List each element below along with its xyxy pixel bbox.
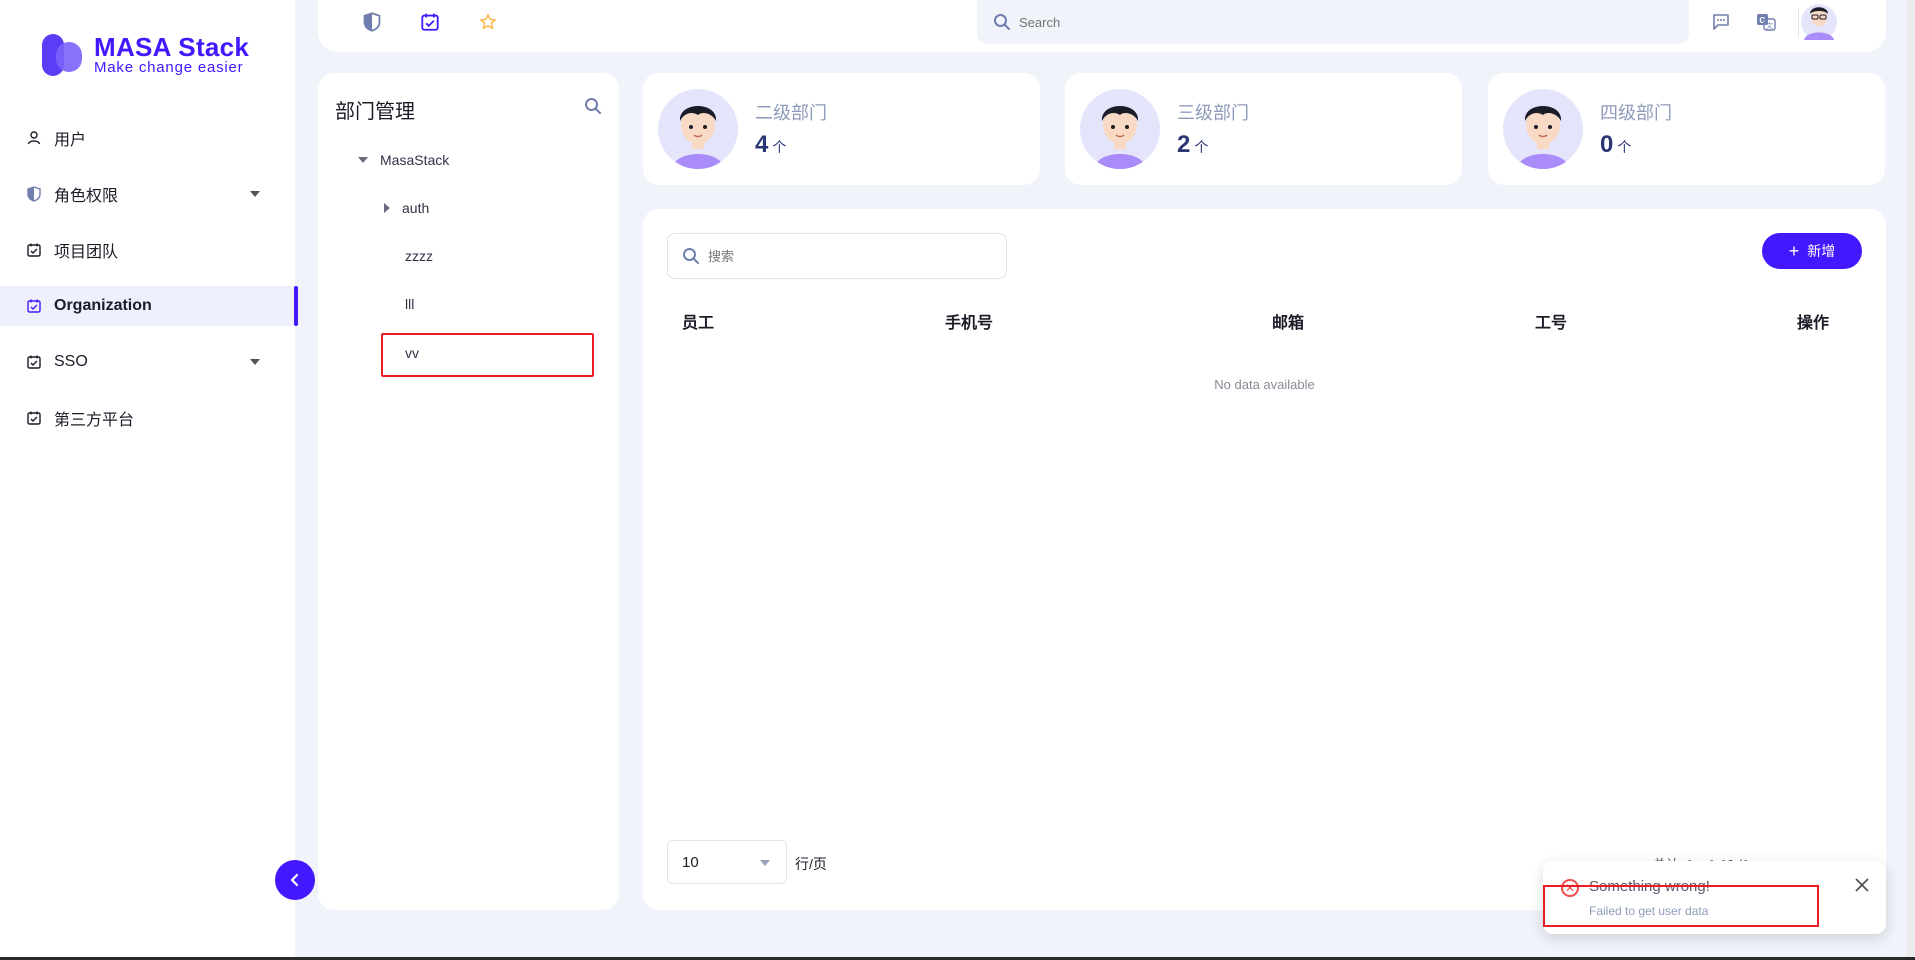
tree-node-label: lll	[405, 296, 415, 312]
rows-per-page-label: 行/页	[795, 856, 827, 872]
calendar-check-icon	[26, 298, 42, 314]
stat-value: 0个	[1600, 131, 1632, 158]
tree-node-label: MasaStack	[380, 152, 450, 168]
stat-label: 三级部门	[1177, 103, 1249, 123]
sidebar-item-organization[interactable]: Organization	[0, 286, 298, 326]
sidebar: MASA Stack Make change easier 用户 角色权限 项目…	[0, 0, 298, 960]
department-search-button[interactable]	[584, 97, 602, 120]
logo-title: MASA Stack	[94, 32, 250, 62]
search-input[interactable]	[1019, 14, 1619, 30]
calendar-check-icon	[26, 354, 42, 370]
department-panel: 部门管理 MasaStack auth zzzz lll vv	[318, 73, 619, 910]
search-input[interactable]	[708, 248, 988, 264]
masa-logo-icon	[42, 34, 84, 76]
sidebar-item-sso[interactable]: SSO	[0, 342, 298, 382]
stat-label: 二级部门	[755, 103, 827, 123]
stat-card-level3: 三级部门 2个	[1065, 73, 1462, 185]
logo-tagline: Make change easier	[94, 59, 244, 76]
divider	[1798, 8, 1799, 38]
close-icon[interactable]	[1854, 877, 1870, 898]
sidebar-item-label: 第三方平台	[54, 412, 135, 429]
sidebar-item-users[interactable]: 用户	[0, 118, 298, 158]
add-employee-button[interactable]: + 新增	[1762, 233, 1862, 269]
tree-node-masastack[interactable]: MasaStack	[358, 152, 449, 168]
sidebar-item-project-team[interactable]: 项目团队	[0, 230, 298, 270]
user-icon	[26, 130, 42, 146]
shield-icon[interactable]	[360, 10, 384, 34]
app-logo[interactable]: MASA Stack Make change easier	[42, 34, 249, 76]
search-icon	[683, 248, 699, 264]
sidebar-item-label: 项目团队	[54, 244, 119, 261]
empty-state: No data available	[1214, 377, 1315, 392]
tree-node-lll[interactable]: lll	[405, 296, 414, 312]
sidebar-item-label: 用户	[54, 132, 87, 149]
svg-text:文: 文	[1766, 21, 1773, 30]
avatar	[1503, 89, 1583, 169]
calendar-check-icon[interactable]	[418, 10, 442, 34]
avatar	[658, 89, 738, 169]
search-icon	[585, 98, 601, 114]
sidebar-nav: 用户 角色权限 项目团队 Organization SSO 第三方平台	[0, 118, 298, 454]
sidebar-item-label: 角色权限	[54, 188, 119, 205]
highlight-box	[381, 333, 594, 377]
sidebar-item-label: SSO	[54, 353, 88, 370]
chevron-down-icon[interactable]	[250, 359, 260, 365]
employee-table-panel: + 新增 员工 手机号 邮箱 工号 操作 No data available 1…	[643, 209, 1886, 910]
tree-node-label: zzzz	[405, 248, 433, 264]
rows-per-page-select[interactable]: 10	[667, 840, 787, 884]
calendar-check-icon	[26, 242, 42, 258]
caret-right-icon[interactable]	[384, 203, 390, 213]
stat-card-level4: 四级部门 0个	[1488, 73, 1885, 185]
chevron-left-icon	[290, 873, 299, 887]
global-search[interactable]	[977, 0, 1689, 44]
column-header-phone[interactable]: 手机号	[945, 309, 993, 333]
user-avatar[interactable]	[1800, 0, 1838, 40]
star-icon[interactable]	[476, 10, 500, 34]
stat-label: 四级部门	[1600, 103, 1672, 123]
tree-node-zzzz[interactable]: zzzz	[405, 248, 433, 264]
column-header-employee[interactable]: 员工	[682, 309, 714, 333]
caret-down-icon[interactable]	[358, 157, 368, 163]
avatar	[1080, 89, 1160, 169]
scrollbar[interactable]	[1907, 0, 1915, 960]
chevron-down-icon[interactable]	[250, 191, 260, 197]
highlight-box	[1543, 885, 1819, 927]
calendar-check-icon	[26, 410, 42, 426]
stat-value: 2个	[1177, 131, 1209, 158]
stat-card-level2: 二级部门 4个	[643, 73, 1040, 185]
shield-icon	[26, 186, 42, 202]
sidebar-item-label: Organization	[54, 297, 152, 314]
message-icon[interactable]	[1709, 10, 1733, 34]
column-header-actions[interactable]: 操作	[1797, 309, 1829, 333]
department-title: 部门管理	[335, 101, 415, 123]
tree-node-auth[interactable]: auth	[384, 200, 429, 216]
column-header-employee-id[interactable]: 工号	[1535, 309, 1567, 333]
top-bar: G文	[318, 0, 1886, 52]
stat-value: 4个	[755, 131, 787, 158]
rows-per-page-value: 10	[682, 853, 699, 871]
translate-icon[interactable]: G文	[1754, 10, 1778, 34]
collapse-sidebar-button[interactable]	[275, 860, 315, 900]
sidebar-item-roles[interactable]: 角色权限	[0, 174, 298, 214]
sidebar-item-third-party[interactable]: 第三方平台	[0, 398, 298, 438]
chevron-down-icon	[760, 860, 770, 866]
tree-node-label: auth	[402, 200, 430, 216]
column-header-email[interactable]: 邮箱	[1272, 309, 1304, 333]
table-search[interactable]	[667, 233, 1007, 279]
search-icon	[994, 14, 1010, 30]
add-button-label: 新增	[1807, 243, 1836, 259]
plus-icon: +	[1788, 241, 1800, 261]
